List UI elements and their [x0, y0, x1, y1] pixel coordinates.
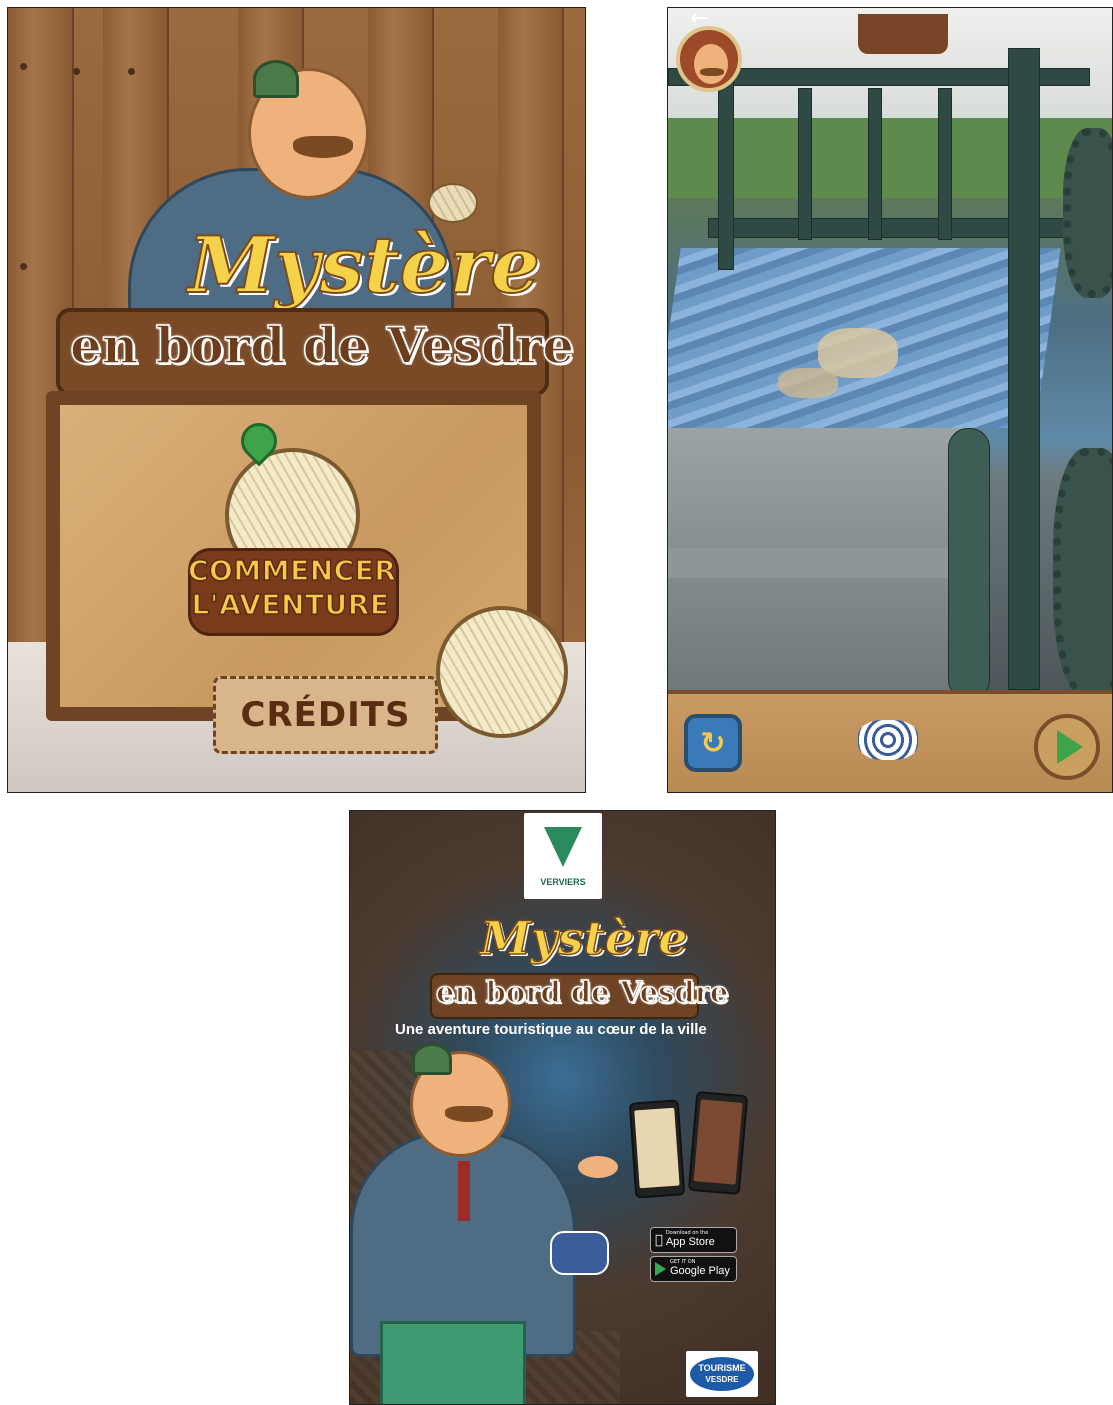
top-tab [858, 14, 948, 54]
game-title-sub: en bord de Vesdre [69, 315, 575, 376]
bottom-toolbar: ↻ [668, 690, 1112, 792]
credits-button[interactable]: CRÉDITS [213, 676, 438, 754]
machine-post [798, 88, 812, 240]
app-store-label: App Store [658, 1236, 715, 1249]
poster-tagline: Une aventure touristique au cœur de la v… [395, 1021, 707, 1038]
character-hand [578, 1156, 618, 1178]
v-logo-icon [544, 827, 582, 867]
app-store-button[interactable]:  Download on the App Store [650, 1227, 737, 1253]
roller [948, 428, 990, 700]
google-play-label: Google Play [670, 1265, 730, 1278]
character-avatar[interactable] [676, 26, 742, 92]
refresh-icon[interactable]: ↻ [684, 714, 742, 772]
yarn-ball-icon [436, 606, 568, 738]
verviers-logo: VERVIERS [524, 813, 602, 899]
google-play-button[interactable]: GET IT ON Google Play [650, 1256, 737, 1282]
machine-post [868, 88, 882, 240]
wool-bundle-icon [550, 1231, 609, 1275]
tourisme-vesdre-logo: TOURISME VESDRE [686, 1351, 758, 1397]
google-play-icon [655, 1262, 666, 1276]
poster-title-sub: en bord de Vesdre [435, 974, 729, 1010]
partner-logo-line1: TOURISME [698, 1363, 746, 1373]
hedge [668, 118, 1112, 198]
gear-icon [1053, 448, 1112, 698]
start-adventure-button[interactable]: COMMENCER L'AVENTURE [187, 415, 399, 638]
machine-frame [1008, 48, 1040, 690]
character-hat [253, 60, 299, 98]
wool-tuft-icon [428, 183, 478, 223]
wool-clump [778, 368, 838, 398]
character-tie [458, 1161, 470, 1221]
back-arrow-icon[interactable]: ← [690, 8, 708, 30]
trough-edge [668, 548, 958, 578]
phone-mockup [628, 1099, 686, 1199]
character-mustache [445, 1106, 493, 1122]
brand-name: VERVIERS [540, 877, 586, 887]
game-title-script: Mystère [187, 219, 541, 312]
start-button-label-2: L'AVENTURE [191, 588, 390, 621]
phone-mockup [687, 1090, 749, 1196]
apple-icon:  [655, 1233, 663, 1248]
ar-machine-screen: ← ↻ [667, 7, 1113, 793]
character-hat [412, 1043, 452, 1075]
partner-logo-line2: VESDRE [705, 1375, 739, 1384]
character-mustache [293, 136, 353, 158]
gear-icon [1063, 128, 1112, 298]
promo-poster: VERVIERS Mystère en bord de Vesdre Une a… [349, 810, 776, 1405]
play-icon[interactable] [1034, 714, 1100, 780]
credits-label: CRÉDITS [240, 695, 411, 735]
start-button-label-1: COMMENCER [187, 554, 397, 587]
title-screen: Mystère en bord de Vesdre COMMENCER L'AV… [7, 7, 586, 793]
character-trousers [380, 1321, 526, 1404]
poster-title-script: Mystère [479, 910, 688, 966]
machine-post [938, 88, 952, 240]
wool-icon[interactable] [858, 720, 918, 760]
